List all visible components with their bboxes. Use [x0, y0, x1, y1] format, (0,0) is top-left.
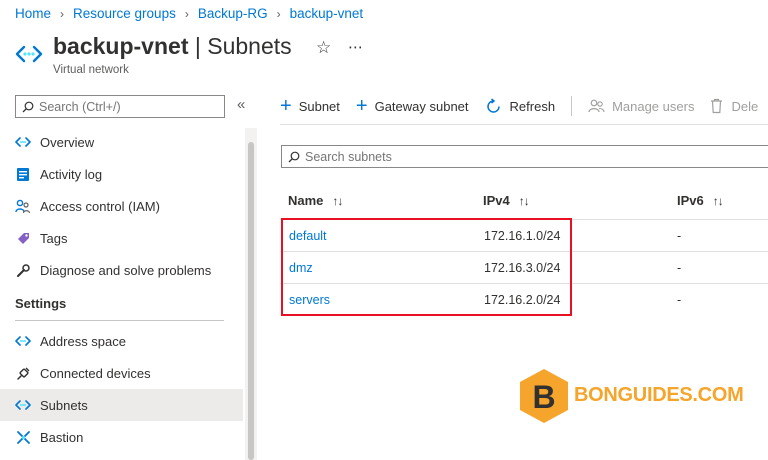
sidebar-scrollbar[interactable] [245, 128, 257, 460]
sidebar-item-tags[interactable]: Tags [0, 222, 243, 254]
wrench-icon [15, 262, 31, 278]
page-title-resource: backup-vnet [53, 33, 189, 59]
bonguides-logo-icon: B [520, 369, 568, 423]
sidebar-section-settings: Settings [15, 295, 67, 311]
column-header-ipv6[interactable]: IPv6 ↑↓ [677, 193, 724, 208]
search-icon [22, 101, 34, 112]
plug-icon [15, 365, 31, 381]
sidebar-item-label: Tags [40, 230, 68, 246]
refresh-button[interactable]: Refresh [485, 97, 556, 115]
bastion-icon [15, 429, 31, 445]
users-icon [588, 99, 605, 113]
column-header-label: IPv6 [677, 193, 704, 208]
toolbar-divider [280, 124, 768, 125]
refresh-label: Refresh [509, 98, 556, 114]
column-header-label: IPv4 [483, 193, 510, 208]
manage-users-button[interactable]: Manage users [588, 98, 694, 114]
delete-label: Dele [731, 98, 759, 114]
plus-icon: + [355, 95, 368, 117]
vnet-icon [15, 333, 31, 349]
vnet-icon [15, 397, 31, 413]
sidebar-search-input[interactable] [39, 99, 209, 114]
sidebar-item-label: Activity log [40, 166, 103, 182]
plus-icon: + [280, 95, 292, 117]
sidebar-item-bastion[interactable]: Bastion [0, 421, 243, 453]
ipv6-cell: - [677, 229, 682, 243]
sort-icon: ↑↓ [332, 193, 343, 208]
breadcrumb-home[interactable]: Home [15, 6, 51, 21]
more-options-icon[interactable]: ⋯ [348, 38, 364, 56]
ipv6-cell: - [677, 293, 682, 307]
sidebar-scrollbar-thumb[interactable] [248, 142, 254, 460]
sidebar-item-overview[interactable]: Overview [0, 126, 243, 158]
sidebar-item-address-space[interactable]: Address space [0, 325, 243, 357]
sidebar-item-label: Diagnose and solve problems [40, 262, 212, 278]
command-bar: + Subnet + Gateway subnet Refresh Manage… [280, 96, 758, 116]
sidebar-item-label: Address space [40, 333, 126, 349]
add-gateway-subnet-button[interactable]: + Gateway subnet [355, 95, 469, 117]
sort-icon: ↑↓ [518, 193, 530, 208]
watermark-text: BONGUIDES.COM [574, 384, 744, 406]
sidebar-item-connected-devices[interactable]: Connected devices [0, 357, 243, 389]
sidebar-item-subnets[interactable]: Subnets [0, 389, 243, 421]
tag-icon [15, 230, 31, 246]
column-header-name[interactable]: Name ↑↓ [288, 193, 343, 208]
watermark-letter: B [532, 379, 555, 415]
chevron-right-icon: › [276, 6, 281, 21]
subnet-search-box[interactable] [281, 145, 768, 168]
chevron-right-icon: › [184, 6, 189, 21]
sidebar-item-access-control[interactable]: Access control (IAM) [0, 190, 243, 222]
vnet-icon [15, 45, 43, 63]
toolbar-separator [571, 96, 573, 116]
page-title: backup-vnet | Subnets [53, 33, 292, 60]
sidebar-item-label: Access control (IAM) [40, 198, 160, 214]
chevron-right-icon: › [60, 6, 65, 21]
sidebar-item-label: Overview [40, 134, 95, 150]
sidebar-item-label: Connected devices [40, 365, 151, 381]
sidebar-item-diagnose[interactable]: Diagnose and solve problems [0, 254, 243, 286]
subnet-search-input[interactable] [305, 149, 745, 164]
search-icon [288, 151, 300, 162]
sidebar-nav: Overview Activity log Access control (IA… [0, 126, 243, 453]
ipv6-cell: - [677, 261, 682, 275]
column-header-ipv4[interactable]: IPv4 ↑↓ [483, 193, 530, 208]
breadcrumb-vnet[interactable]: backup-vnet [290, 6, 364, 21]
trash-icon [711, 98, 723, 114]
refresh-icon [486, 97, 500, 113]
sort-icon: ↑↓ [712, 193, 724, 208]
collapse-sidebar-icon[interactable]: « [237, 96, 245, 113]
iam-icon [15, 198, 31, 214]
gateway-subnet-label: Gateway subnet [374, 98, 469, 114]
breadcrumb-resource-groups[interactable]: Resource groups [73, 6, 176, 21]
highlight-box [281, 218, 572, 316]
sidebar-item-activity-log[interactable]: Activity log [0, 158, 243, 190]
breadcrumb: Home › Resource groups › Backup-RG › bac… [15, 6, 363, 21]
page-title-section: | Subnets [194, 33, 292, 59]
add-subnet-button[interactable]: + Subnet [280, 95, 340, 117]
sidebar-search-box[interactable] [15, 95, 225, 118]
star-icon[interactable]: ☆ [316, 38, 331, 58]
column-header-label: Name [288, 193, 324, 208]
add-subnet-label: Subnet [298, 98, 340, 114]
page-subtitle: Virtual network [53, 64, 129, 76]
breadcrumb-resource-group[interactable]: Backup-RG [198, 6, 268, 21]
sidebar-item-label: Subnets [40, 397, 88, 413]
manage-users-label: Manage users [612, 98, 695, 114]
activity-log-icon [15, 166, 31, 182]
sidebar-item-label: Bastion [40, 429, 84, 445]
sidebar-divider [15, 320, 224, 321]
delete-button[interactable]: Dele [710, 98, 758, 114]
vnet-icon [15, 134, 31, 150]
